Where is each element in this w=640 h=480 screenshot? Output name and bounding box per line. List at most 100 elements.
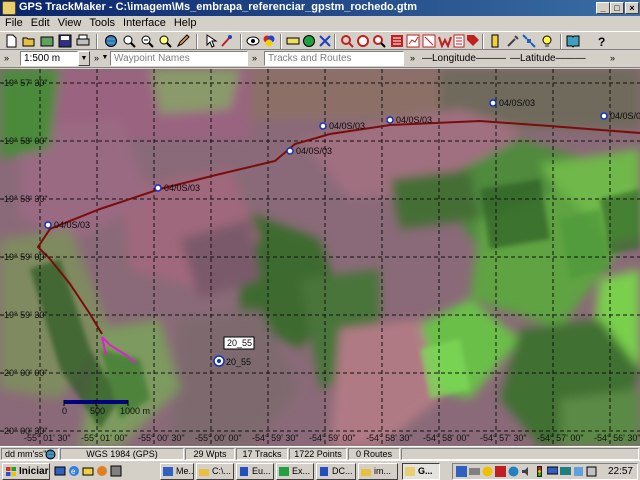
web-icon[interactable] xyxy=(438,34,452,48)
more-arrows-icon[interactable]: » xyxy=(610,53,615,63)
light-bulb-icon[interactable] xyxy=(540,34,554,48)
eye-icon[interactable] xyxy=(246,34,260,48)
scale-label-zero: 0 xyxy=(62,406,67,416)
save-icon[interactable] xyxy=(58,34,72,48)
task-button-im[interactable]: im... xyxy=(358,463,398,480)
track-list-icon[interactable] xyxy=(406,34,420,48)
find-waypoint-icon[interactable] xyxy=(340,34,354,48)
task-button-dc[interactable]: DC... xyxy=(316,463,356,480)
media-player-icon[interactable] xyxy=(96,465,108,477)
waypoint-names-field[interactable]: Waypoint Names xyxy=(110,51,248,66)
select-arrow-icon[interactable] xyxy=(204,34,218,48)
menu-help[interactable]: Help xyxy=(170,16,201,31)
tray-display-icon[interactable] xyxy=(560,466,571,477)
pencil-icon[interactable] xyxy=(176,34,190,48)
waypoint-label: 04/0S/03 xyxy=(610,111,640,121)
close-button[interactable]: × xyxy=(625,2,639,14)
tray-update-icon[interactable] xyxy=(508,466,519,477)
show-desktop-icon[interactable] xyxy=(54,465,66,477)
longitude-label: -54° 58' 00" xyxy=(423,433,470,443)
route-list-icon[interactable] xyxy=(422,34,436,48)
waypoint-icon[interactable] xyxy=(154,184,162,192)
tray-misc-icon[interactable] xyxy=(586,466,597,477)
gps-trackmaker-app-icon[interactable] xyxy=(2,1,16,15)
task-button-c-drive[interactable]: C:\... xyxy=(196,463,234,480)
zoom-in-icon[interactable] xyxy=(122,34,136,48)
tray-volume-icon[interactable] xyxy=(521,466,532,477)
tray-monitor-icon[interactable] xyxy=(547,466,558,477)
open-map-icon[interactable] xyxy=(40,34,54,48)
tracks-arrows-icon[interactable]: » xyxy=(252,53,257,63)
satellite-icon[interactable] xyxy=(522,34,536,48)
scale-arrows-icon[interactable]: » xyxy=(4,53,9,63)
maximize-button[interactable]: □ xyxy=(610,2,624,14)
properties-icon[interactable] xyxy=(452,34,466,48)
menu-edit[interactable]: Edit xyxy=(27,16,54,31)
center-map-icon[interactable] xyxy=(356,34,370,48)
longitude-label: -54° 57' 30" xyxy=(480,433,527,443)
waypoint-icon[interactable] xyxy=(600,112,608,120)
task-button-ex[interactable]: Ex... xyxy=(276,463,314,480)
new-file-icon[interactable] xyxy=(4,34,18,48)
internet-explorer-icon[interactable]: e xyxy=(68,465,80,477)
waypoint-icon[interactable] xyxy=(44,221,52,229)
quicklaunch-app-icon[interactable] xyxy=(110,465,122,477)
globe-icon[interactable] xyxy=(45,449,56,460)
measure-distance-icon[interactable] xyxy=(318,34,332,48)
status-waypoints: 29 Wpts xyxy=(185,448,235,460)
gps-device-icon[interactable] xyxy=(488,34,502,48)
gps-globe-icon[interactable] xyxy=(104,34,118,48)
tray-traffic-light-icon[interactable] xyxy=(534,466,545,477)
waypoint-list-icon[interactable] xyxy=(390,34,404,48)
tag-icon[interactable] xyxy=(466,34,480,48)
waypoint-icon[interactable] xyxy=(489,99,497,107)
coords-arrows-icon[interactable]: » xyxy=(410,53,415,63)
waypoint-dropdown-icon[interactable]: ▼ xyxy=(100,51,110,66)
menu-view[interactable]: View xyxy=(54,16,86,31)
book-icon[interactable] xyxy=(566,34,580,48)
scale-dropdown-button[interactable]: ▼ xyxy=(78,51,90,66)
tray-app-icon[interactable] xyxy=(456,466,467,477)
longitude-label: -55° 01' 00" xyxy=(81,433,128,443)
waypoint-icon[interactable] xyxy=(386,116,394,124)
green-circle-icon[interactable] xyxy=(302,34,316,48)
waypoint-icon[interactable] xyxy=(286,147,294,155)
task-label: C:\... xyxy=(212,466,232,476)
task-app-icon xyxy=(163,467,173,476)
task-button-eu[interactable]: Eu... xyxy=(236,463,274,480)
waypoint-arrows-icon[interactable]: » xyxy=(94,53,99,63)
tray-security-icon[interactable] xyxy=(482,466,493,477)
tray-antivirus-icon[interactable] xyxy=(495,466,506,477)
scale-combobox[interactable]: 1:500 m xyxy=(20,51,78,66)
task-button-gps-trackmaker[interactable]: G... xyxy=(402,463,440,480)
menu-file[interactable]: File xyxy=(0,16,27,31)
toolbar-separator xyxy=(240,34,242,49)
tracks-routes-field[interactable]: Tracks and Routes xyxy=(264,51,404,66)
menu-tools[interactable]: Tools xyxy=(85,16,119,31)
tray-network-icon[interactable] xyxy=(469,466,480,477)
help-icon[interactable]: ? xyxy=(594,34,608,48)
wrench-icon[interactable] xyxy=(506,34,520,48)
print-icon[interactable] xyxy=(76,34,90,48)
open-folder-icon[interactable] xyxy=(22,34,36,48)
longitude-label: -54° 57' 00" xyxy=(537,433,584,443)
minimize-button[interactable]: _ xyxy=(596,2,610,14)
menu-interface[interactable]: Interface xyxy=(119,16,170,31)
longitude-label: -55° 01' 30" xyxy=(24,433,71,443)
zoom-area-icon[interactable] xyxy=(158,34,172,48)
outlook-icon[interactable] xyxy=(82,465,94,477)
scale-bar-dark-segment xyxy=(96,400,128,404)
edit-track-icon[interactable] xyxy=(220,34,234,48)
map-canvas[interactable]: 04/0S/03 04/0S/03 04/0S/03 04/0S/03 04/0S/03… xyxy=(0,69,640,446)
zoom-out-icon[interactable] xyxy=(140,34,154,48)
tray-connection-icon[interactable] xyxy=(573,466,584,477)
color-palette-icon[interactable] xyxy=(262,34,276,48)
map-svg[interactable]: 04/0S/03 04/0S/03 04/0S/03 04/0S/03 04/0S/03… xyxy=(0,69,640,446)
start-button[interactable]: Iniciar xyxy=(2,463,50,480)
search-icon[interactable] xyxy=(372,34,386,48)
menu-bar: File Edit View Tools Interface Help xyxy=(0,16,640,31)
task-button-me[interactable]: Me... xyxy=(160,463,194,480)
ruler-icon[interactable] xyxy=(286,34,300,48)
task-label: G... xyxy=(418,466,433,476)
waypoint-icon[interactable] xyxy=(319,122,327,130)
